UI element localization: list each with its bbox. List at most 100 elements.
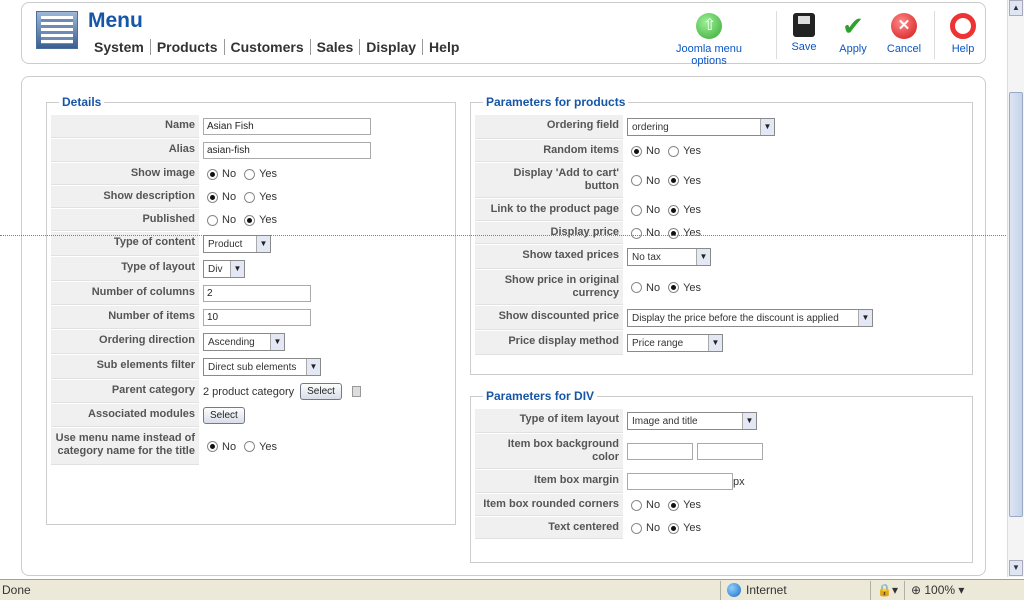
globe-icon (727, 583, 741, 597)
sub-filter-value: Direct sub elements (208, 361, 297, 373)
sub-filter-select[interactable]: Direct sub elements ▼ (203, 358, 321, 376)
zoom-level: 100% (924, 583, 956, 597)
use-menu-name-no-radio[interactable] (207, 441, 218, 452)
price-method-label: Price display method (475, 331, 623, 355)
content-panel: Details Name Alias Show image No Yes Sho… (21, 76, 986, 576)
ordering-direction-label: Ordering direction (51, 330, 199, 354)
type-layout-label: Type of layout (51, 257, 199, 281)
margin-input[interactable] (627, 473, 733, 490)
add-to-cart-label: Display 'Add to cart' button (475, 163, 623, 198)
add-to-cart-no-radio[interactable] (631, 175, 642, 186)
add-to-cart-yes-radio[interactable] (668, 175, 680, 186)
joomla-menu-options-button[interactable]: Joomla menu options (658, 13, 760, 67)
taxed-prices-row: Show taxed prices No tax ▼ (475, 245, 968, 270)
menu-system[interactable]: System (88, 39, 150, 55)
discounted-price-select[interactable]: Display the price before the discount is… (627, 309, 873, 327)
yes-label: Yes (683, 499, 702, 511)
associated-modules-label: Associated modules (51, 404, 199, 427)
help-button[interactable]: Help (945, 13, 981, 55)
item-layout-row: Type of item layout Image and title ▼ (475, 409, 968, 434)
vertical-scrollbar[interactable]: ▲ ▼ (1007, 0, 1024, 577)
yes-label: Yes (683, 204, 702, 216)
chevron-down-icon: ▼ (270, 334, 284, 350)
original-currency-no-radio[interactable] (631, 282, 642, 293)
item-layout-select[interactable]: Image and title ▼ (627, 412, 757, 430)
scrollbar-thumb[interactable] (1009, 92, 1023, 517)
no-label: No (646, 145, 661, 157)
show-image-row: Show image No Yes (51, 163, 451, 186)
no-label: No (646, 227, 661, 239)
help-label: Help (951, 43, 975, 55)
text-centered-yes-radio[interactable] (668, 522, 680, 534)
alias-row: Alias (51, 139, 451, 163)
taxed-prices-select[interactable]: No tax ▼ (627, 248, 711, 266)
menu-customers[interactable]: Customers (223, 39, 310, 55)
yes-label: Yes (259, 440, 278, 453)
alias-input[interactable] (203, 142, 371, 159)
protected-mode-icon[interactable]: 🔒▾ (870, 580, 904, 600)
close-icon: ✕ (891, 13, 917, 39)
bg-color-input-1[interactable] (627, 443, 693, 460)
show-image-no-radio[interactable] (207, 168, 218, 180)
taxed-prices-value: No tax (632, 251, 661, 263)
type-layout-select[interactable]: Div ▼ (203, 260, 245, 278)
type-content-select[interactable]: Product ▼ (203, 235, 271, 253)
random-items-label: Random items (475, 140, 623, 162)
link-product-no-radio[interactable] (631, 204, 642, 216)
menu-help[interactable]: Help (422, 39, 465, 55)
display-price-yes-radio[interactable] (668, 227, 680, 239)
yes-label: Yes (259, 191, 278, 203)
apply-button[interactable]: ✔ Apply (835, 13, 871, 55)
menu-sales[interactable]: Sales (309, 39, 360, 55)
chevron-down-icon: ▾ (955, 583, 965, 597)
show-description-yes-radio[interactable] (244, 191, 256, 203)
published-no-radio[interactable] (207, 214, 218, 226)
yes-label: Yes (259, 168, 278, 180)
ordering-field-row: Ordering field ordering ▼ (475, 115, 968, 140)
menu-display[interactable]: Display (359, 39, 422, 55)
ordering-field-select[interactable]: ordering ▼ (627, 118, 775, 136)
random-items-yes-radio[interactable] (668, 145, 680, 157)
zoom-control[interactable]: ⊕ 100% ▾ (903, 580, 970, 600)
rounded-no-radio[interactable] (631, 499, 642, 511)
trash-icon[interactable] (351, 386, 361, 397)
published-yes-radio[interactable] (244, 214, 256, 226)
scroll-down-icon[interactable]: ▼ (1009, 560, 1023, 576)
scroll-up-icon[interactable]: ▲ (1009, 0, 1023, 16)
price-method-select[interactable]: Price range ▼ (627, 334, 723, 352)
details-legend: Details (62, 95, 102, 109)
use-menu-name-yes-radio[interactable] (244, 441, 256, 452)
cancel-button[interactable]: ✕ Cancel (884, 13, 924, 55)
display-price-no-radio[interactable] (631, 227, 642, 239)
bg-color-input-2[interactable] (697, 443, 763, 460)
associated-modules-select-button[interactable]: Select (203, 407, 245, 424)
parent-category-value: 2 product category (203, 385, 295, 398)
zoom-icon: ⊕ (910, 583, 925, 597)
num-items-label: Number of items (51, 306, 199, 329)
num-items-input[interactable] (203, 309, 311, 326)
show-description-no-radio[interactable] (207, 191, 218, 203)
text-centered-no-radio[interactable] (631, 522, 642, 534)
text-centered-row: Text centered No Yes (475, 517, 968, 540)
link-product-row: Link to the product page No Yes (475, 199, 968, 222)
num-columns-input[interactable] (203, 285, 311, 302)
rounded-yes-radio[interactable] (668, 499, 680, 511)
discounted-price-label: Show discounted price (475, 306, 623, 330)
arrow-up-icon (696, 13, 722, 39)
random-items-no-radio[interactable] (631, 145, 642, 157)
original-currency-row: Show price in original currency No Yes (475, 270, 968, 306)
chevron-down-icon: ▼ (858, 310, 872, 326)
link-product-yes-radio[interactable] (668, 204, 680, 216)
bg-color-label: Item box background color (475, 434, 623, 469)
alias-label: Alias (51, 139, 199, 162)
parent-category-label: Parent category (51, 380, 199, 403)
name-input[interactable] (203, 118, 371, 135)
rounded-label: Item box rounded corners (475, 494, 623, 516)
show-image-yes-radio[interactable] (244, 168, 256, 180)
original-currency-yes-radio[interactable] (668, 282, 680, 293)
type-layout-value: Div (208, 263, 223, 275)
ordering-direction-select[interactable]: Ascending ▼ (203, 333, 285, 351)
parent-category-select-button[interactable]: Select (300, 383, 342, 400)
menu-products[interactable]: Products (149, 39, 224, 55)
save-button[interactable]: Save (786, 13, 822, 53)
